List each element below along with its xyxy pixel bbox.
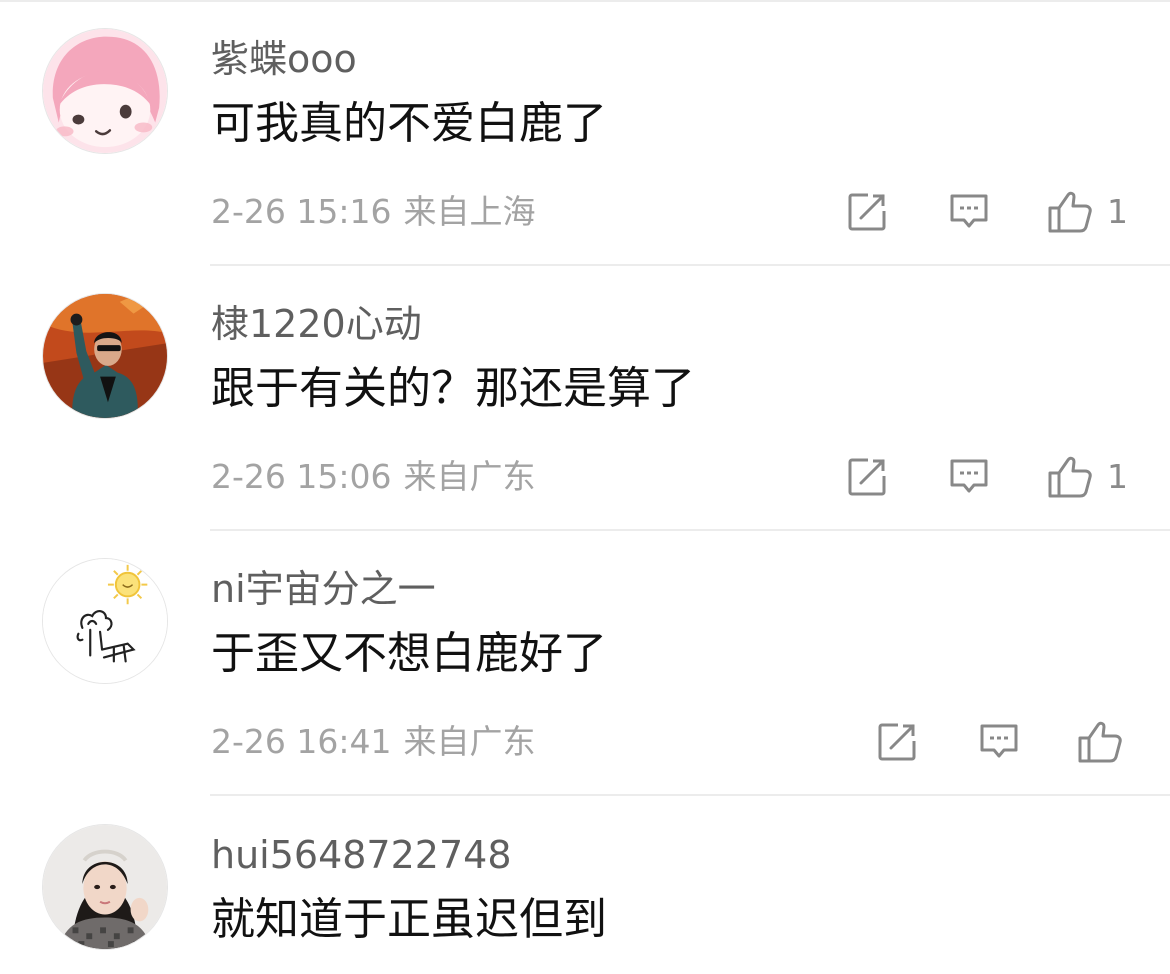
reply-button[interactable] <box>948 188 990 236</box>
avatar[interactable] <box>42 293 168 419</box>
comment-icon <box>980 724 1018 758</box>
comment-icon <box>950 194 988 228</box>
repost-icon <box>848 193 886 231</box>
sun-sketch-avatar-icon <box>43 559 167 683</box>
pink-cartoon-girl-avatar-icon <box>43 29 167 153</box>
comment-text: 于歪又不想白鹿好了 <box>211 628 607 679</box>
avatar[interactable] <box>42 824 168 950</box>
avatar[interactable] <box>42 28 168 154</box>
comment-item: hui5648722748 就知道于正虽迟但到 <box>0 796 1170 974</box>
repost-icon <box>878 723 916 761</box>
thumbs-up-icon <box>1048 456 1092 498</box>
stage-performer-avatar-icon <box>43 294 167 418</box>
like-button[interactable]: 1 <box>1047 188 1128 236</box>
repost-button[interactable] <box>846 188 888 236</box>
comment-location: 来自广东 <box>403 457 536 496</box>
thumbs-up-icon <box>1048 191 1092 233</box>
username[interactable]: 棣1220心动 <box>211 301 422 347</box>
comment-item: ni宇宙分之一 于歪又不想白鹿好了 2-26 16:41 来自广东 <box>0 530 1170 796</box>
like-button[interactable]: 1 <box>1047 453 1128 501</box>
comment-icon <box>950 459 988 493</box>
like-count: 1 <box>1107 457 1128 496</box>
comment-date: 2-26 15:06 <box>211 457 392 496</box>
comment-location: 来自上海 <box>403 192 536 231</box>
comment-date: 2-26 15:16 <box>211 192 392 231</box>
avatar[interactable] <box>42 558 168 684</box>
repost-icon <box>848 458 886 496</box>
username[interactable]: hui5648722748 <box>211 832 512 878</box>
comment-meta: 2-26 15:16 来自上海 <box>211 190 536 234</box>
comment-location: 来自广东 <box>403 722 536 761</box>
reply-button[interactable] <box>978 718 1020 766</box>
repost-button[interactable] <box>846 453 888 501</box>
repost-button[interactable] <box>876 718 918 766</box>
thumbs-up-icon <box>1078 721 1122 763</box>
comment-text: 就知道于正虽迟但到 <box>211 894 607 945</box>
reply-button[interactable] <box>948 453 990 501</box>
username[interactable]: ni宇宙分之一 <box>211 566 436 612</box>
comment-item: 紫蝶ooo 可我真的不爱白鹿了 2-26 15:16 来自上海 1 <box>0 0 1170 266</box>
comment-item: 棣1220心动 跟于有关的？那还是算了 2-26 15:06 来自广东 1 <box>0 265 1170 531</box>
comment-text: 跟于有关的？那还是算了 <box>211 363 695 414</box>
comment-meta: 2-26 16:41 来自广东 <box>211 720 536 764</box>
comment-date: 2-26 16:41 <box>211 722 392 761</box>
girl-portrait-avatar-icon <box>43 825 167 949</box>
comment-meta: 2-26 15:06 来自广东 <box>211 455 536 499</box>
like-button[interactable] <box>1077 718 1137 766</box>
like-count: 1 <box>1107 192 1128 231</box>
username[interactable]: 紫蝶ooo <box>211 36 357 82</box>
comment-text: 可我真的不爱白鹿了 <box>211 98 607 149</box>
